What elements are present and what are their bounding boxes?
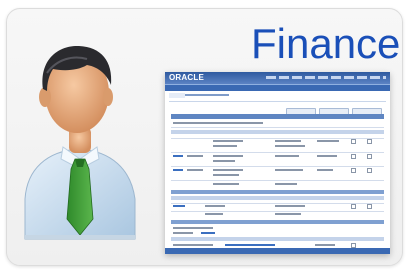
app-tab (169, 93, 185, 98)
app-table-header (171, 237, 384, 241)
oracle-logo: ORACLE (169, 73, 204, 82)
slide-title: Finance (251, 20, 401, 67)
slide-card: Finance ORACLE (6, 8, 403, 266)
app-header: ORACLE (165, 72, 390, 84)
app-footer (165, 248, 390, 254)
header-links (266, 76, 386, 79)
app-tabbar (165, 84, 390, 98)
app-table-header (171, 196, 384, 200)
person-avatar (24, 45, 136, 240)
app-section-header (171, 114, 384, 119)
app-section-header (171, 220, 384, 224)
app-table-header (171, 130, 384, 134)
app-section-header (171, 190, 384, 194)
app-screenshot: ORACLE (165, 72, 390, 254)
app-breadcrumb (169, 94, 386, 102)
app-text (173, 122, 263, 124)
